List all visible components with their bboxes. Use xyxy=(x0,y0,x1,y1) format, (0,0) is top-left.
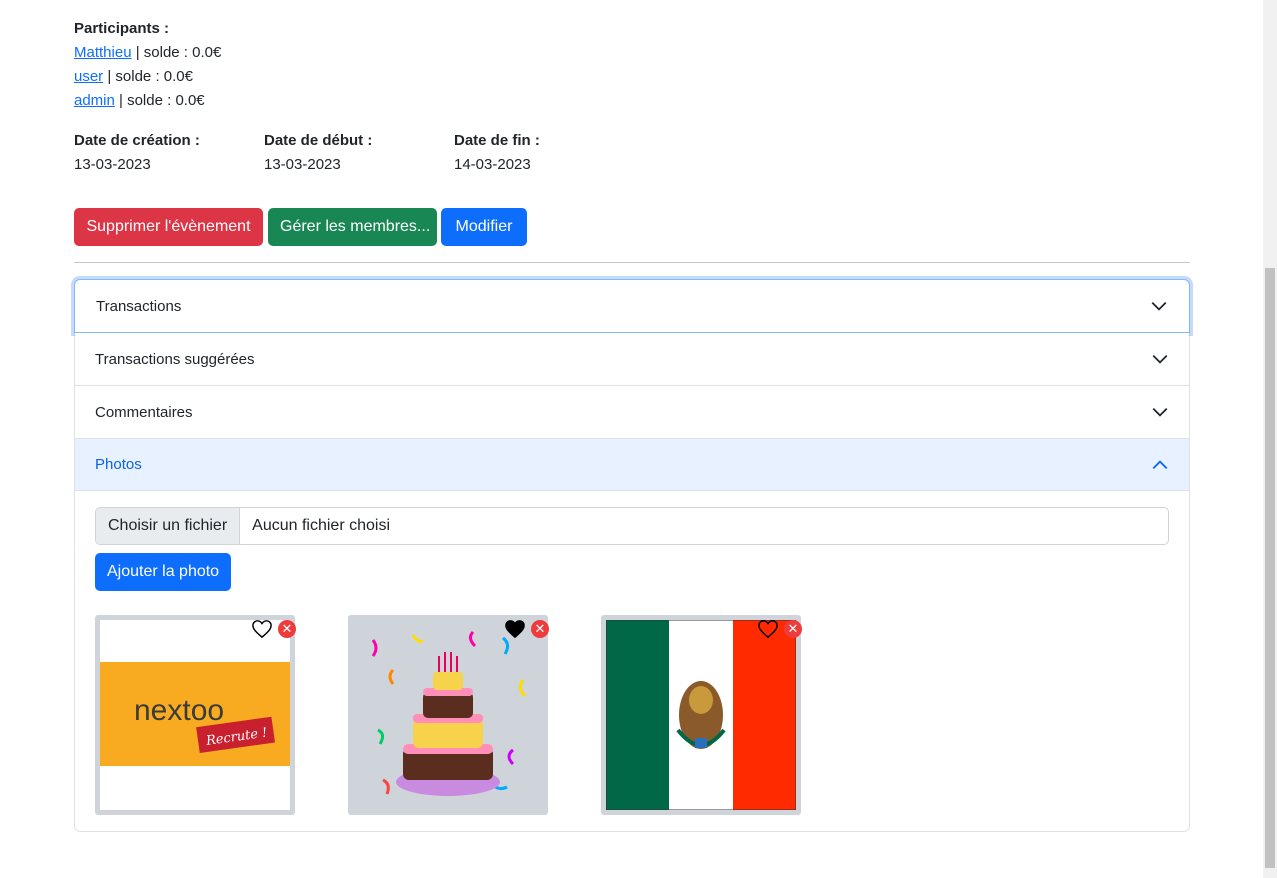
event-accordion: Transactions Transactions suggérées Comm… xyxy=(74,279,1190,832)
accordion-header-photos[interactable]: Photos xyxy=(75,439,1189,491)
accordion-item-suggested: Transactions suggérées xyxy=(75,333,1189,386)
chevron-down-icon xyxy=(1151,301,1167,311)
chevron-up-icon xyxy=(1152,459,1168,469)
photo-image xyxy=(353,620,543,810)
scrollbar-thumb[interactable] xyxy=(1265,268,1275,868)
choose-file-button[interactable]: Choisir un fichier xyxy=(96,508,241,544)
photos-panel: Choisir un fichier Aucun fichier choisi … xyxy=(75,491,1189,831)
manage-members-button[interactable]: Gérer les membres... xyxy=(268,208,437,246)
participant-row: user | solde : 0.0€ xyxy=(74,67,193,87)
file-input[interactable]: Choisir un fichier Aucun fichier choisi xyxy=(95,507,1169,545)
photo-image: nextoo Recrute ! xyxy=(100,620,290,810)
end-date: Date de fin : 14-03-2023 xyxy=(454,131,540,175)
delete-photo-icon[interactable]: ✕ xyxy=(531,620,549,638)
heart-filled-icon[interactable] xyxy=(504,619,526,639)
accordion-item-transactions: Transactions xyxy=(74,279,1190,333)
participant-link-matthieu[interactable]: Matthieu xyxy=(74,44,132,61)
photo-image xyxy=(606,620,796,810)
participant-balance: | solde : 0.0€ xyxy=(131,44,222,61)
start-date: Date de début : 13-03-2023 xyxy=(264,131,372,175)
participant-link-user[interactable]: user xyxy=(74,68,103,85)
divider xyxy=(74,262,1190,263)
participant-row: Matthieu | solde : 0.0€ xyxy=(74,43,221,63)
accordion-label: Transactions suggérées xyxy=(95,350,255,368)
participant-link-admin[interactable]: admin xyxy=(74,92,115,109)
start-date-label: Date de début : xyxy=(264,132,373,149)
participant-balance: | solde : 0.0€ xyxy=(103,68,193,85)
accordion-header-transactions[interactable]: Transactions xyxy=(74,279,1190,333)
creation-date: Date de création : 13-03-2023 xyxy=(74,131,200,175)
add-photo-button[interactable]: Ajouter la photo xyxy=(95,553,232,591)
delete-photo-icon[interactable]: ✕ xyxy=(278,620,296,638)
mexico-flag-image xyxy=(606,620,796,810)
page-scrollbar[interactable] xyxy=(1263,0,1277,878)
heart-outline-icon[interactable] xyxy=(251,619,273,639)
accordion-label: Transactions xyxy=(96,297,182,315)
start-date-value: 13-03-2023 xyxy=(264,156,341,173)
creation-date-label: Date de création : xyxy=(74,132,200,149)
accordion-item-photos: Photos Choisir un fichier Aucun fichier … xyxy=(75,439,1189,831)
accordion-header-suggested-transactions[interactable]: Transactions suggérées xyxy=(75,333,1189,385)
nextoo-logo-image: nextoo Recrute ! xyxy=(100,662,290,766)
chevron-down-icon xyxy=(1152,354,1168,364)
end-date-value: 14-03-2023 xyxy=(454,156,531,173)
participant-balance: | solde : 0.0€ xyxy=(114,92,205,109)
edit-event-button[interactable]: Modifier xyxy=(441,208,527,246)
accordion-label: Commentaires xyxy=(95,403,193,421)
file-status: Aucun fichier choisi xyxy=(252,517,390,534)
chevron-down-icon xyxy=(1152,407,1168,417)
logo-text: nextoo xyxy=(134,694,224,727)
photo-card[interactable]: nextoo Recrute ! ✕ xyxy=(95,615,296,815)
creation-date-value: 13-03-2023 xyxy=(74,156,151,173)
accordion-label: Photos xyxy=(95,456,142,473)
delete-photo-icon[interactable]: ✕ xyxy=(784,620,802,638)
end-date-label: Date de fin : xyxy=(454,132,540,149)
photo-card[interactable]: ✕ xyxy=(348,615,549,815)
delete-event-button[interactable]: Supprimer l'évènement xyxy=(74,208,263,246)
accordion-item-comments: Commentaires xyxy=(75,386,1189,439)
birthday-cake-image xyxy=(371,630,527,796)
heart-outline-icon[interactable] xyxy=(757,619,779,639)
accordion-header-comments[interactable]: Commentaires xyxy=(75,386,1189,438)
participant-row: admin | solde : 0.0€ xyxy=(74,91,205,111)
photo-card[interactable]: ✕ xyxy=(601,615,802,815)
participants-title: Participants : xyxy=(74,20,170,37)
